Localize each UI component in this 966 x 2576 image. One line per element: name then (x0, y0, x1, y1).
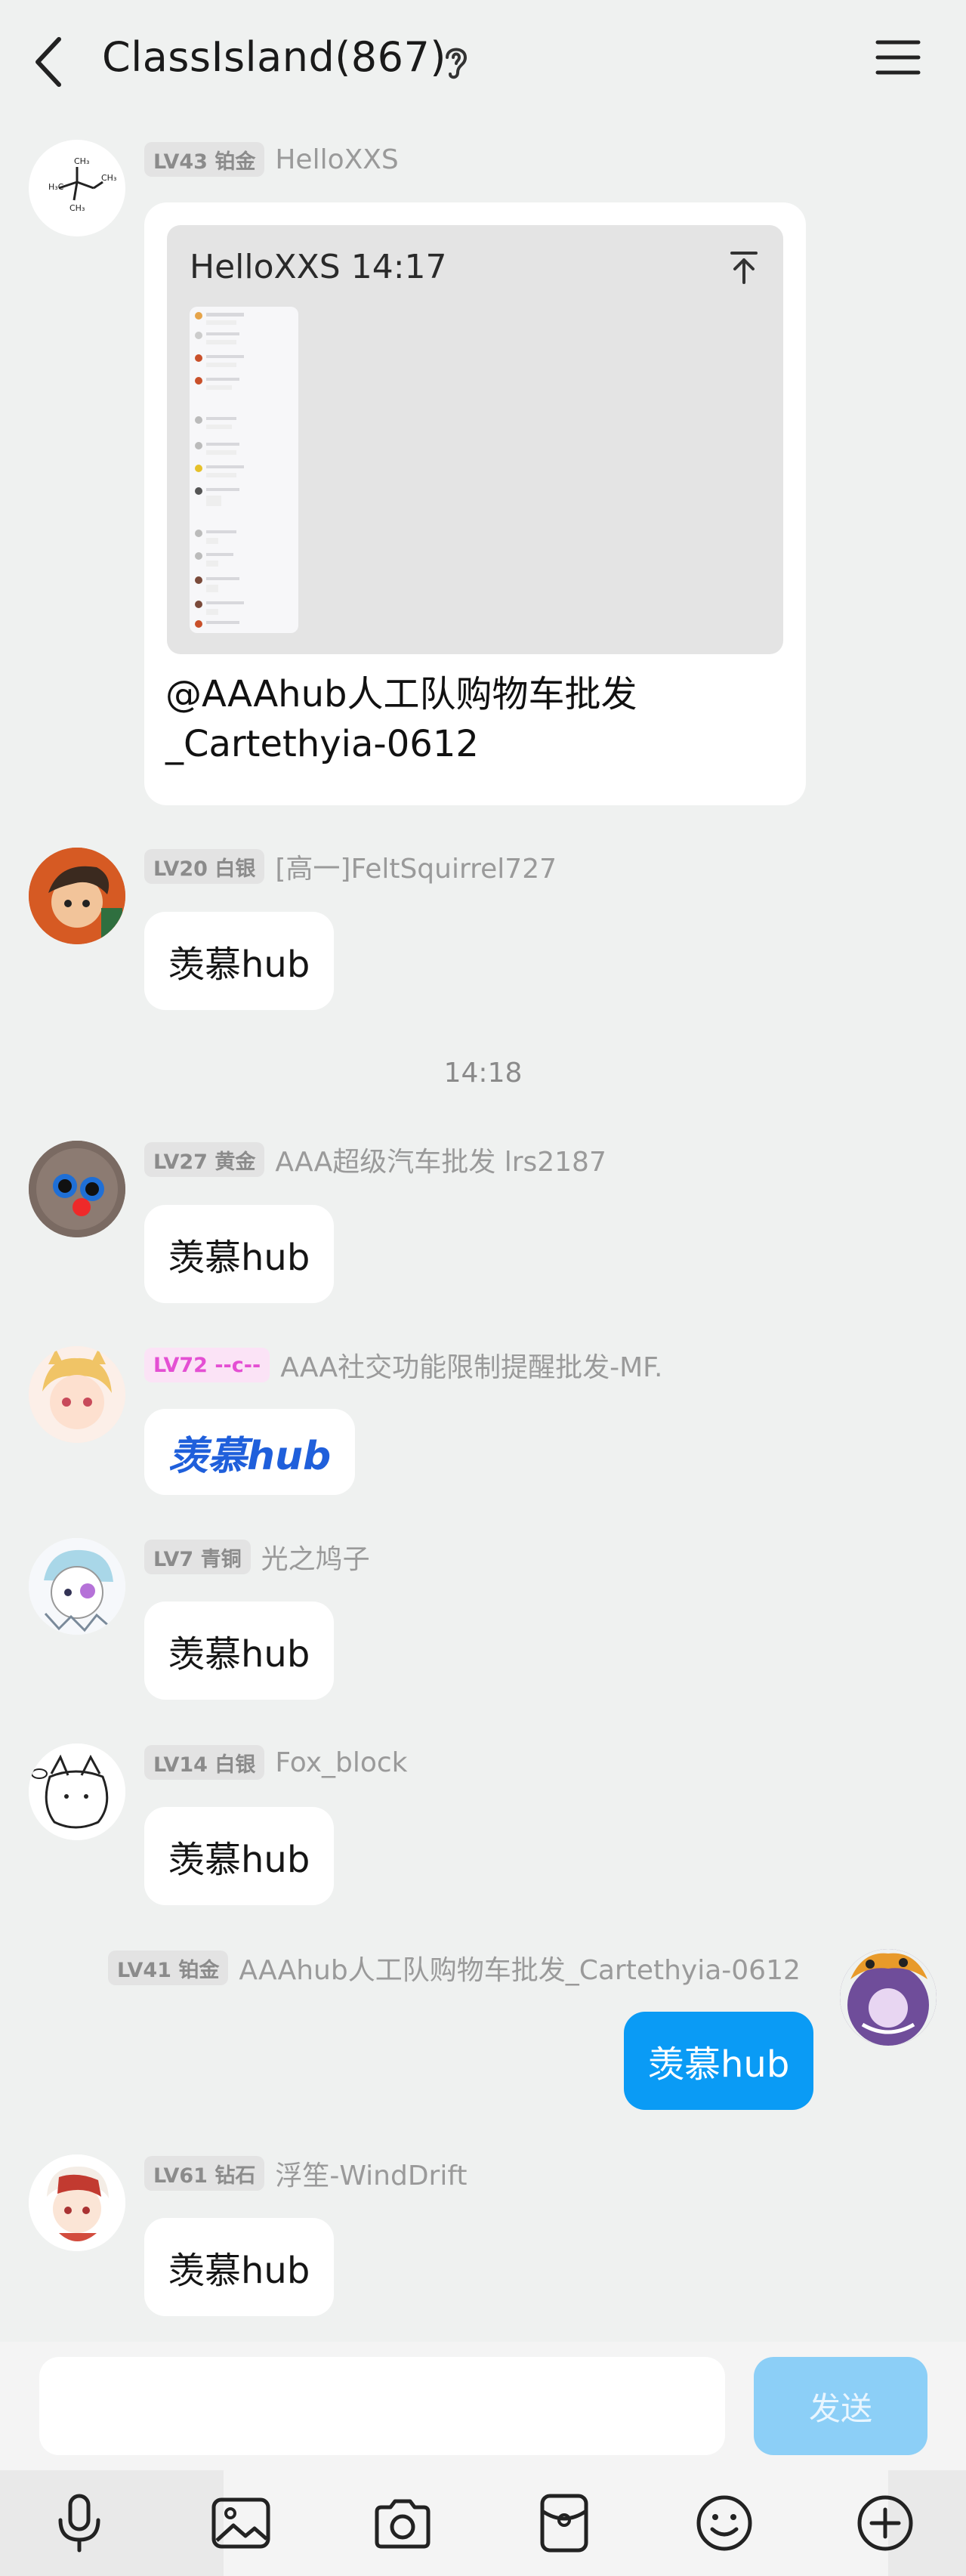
microphone-icon[interactable] (42, 2485, 117, 2561)
sender-name[interactable]: [高一]FeltSquirrel727 (275, 847, 557, 886)
sender-name[interactable]: AAA社交功能限制提醒批发-MF. (280, 1345, 662, 1385)
avatar[interactable] (29, 1141, 125, 1237)
level-badge: LV27 黄金 (144, 1142, 265, 1177)
message-meta: LV61 钻石 浮笙-WindDrift (144, 2154, 468, 2192)
sender-name[interactable]: Fox_block (275, 1747, 407, 1778)
message-bubble[interactable]: 羡慕hub (144, 1409, 356, 1495)
svg-text:CH₃: CH₃ (74, 156, 89, 166)
message-meta: LV27 黄金 AAA超级汽车批发 lrs2187 (144, 1141, 606, 1178)
message-meta: LV20 白银 [高一]FeltSquirrel727 (144, 848, 557, 885)
sender-name[interactable]: AAA超级汽车批发 lrs2187 (275, 1140, 606, 1179)
message-bubble[interactable]: 羡慕hub (144, 1205, 335, 1303)
svg-text:CH₃: CH₃ (69, 203, 85, 213)
level-badge: LV7 青铜 (144, 1540, 251, 1574)
level-badge: LV20 白银 (144, 849, 265, 884)
time-divider: 14:18 (443, 1058, 523, 1089)
level-badge: LV61 钻石 (144, 2156, 265, 2191)
quoted-content[interactable]: HelloXXS 14:17 (167, 225, 783, 654)
send-button[interactable]: 发送 (754, 2357, 927, 2455)
sender-name[interactable]: AAAhub人工队购物车批发_Cartethyia-0612 (239, 1948, 801, 1988)
message-meta: LV41 铂金 AAAhub人工队购物车批发_Cartethyia-0612 (108, 1949, 801, 1987)
level-badge: LV72 ‑‑c‑‑ (144, 1348, 270, 1382)
message-text: @AAAhub人工队购物车批发 _Cartethyia-0612 (165, 669, 785, 769)
avatar[interactable] (29, 848, 125, 944)
emoji-icon[interactable] (687, 2485, 762, 2561)
menu-icon[interactable] (875, 36, 921, 79)
message-text-line: @AAAhub人工队购物车批发 (165, 673, 637, 715)
message-meta: LV7 青铜 光之鸠子 (144, 1538, 370, 1576)
sender-name[interactable]: 光之鸠子 (261, 1537, 370, 1577)
message-bubble[interactable]: 羡慕hub (144, 2218, 335, 2316)
message-input[interactable] (39, 2357, 725, 2455)
avatar[interactable] (29, 2154, 125, 2251)
message-meta: LV72 ‑‑c‑‑ AAA社交功能限制提醒批发-MF. (144, 1346, 663, 1384)
message-bubble[interactable]: 羡慕hub (144, 1602, 335, 1700)
level-badge: LV14 白银 (144, 1745, 265, 1780)
avatar[interactable] (29, 1744, 125, 1840)
screenshot-thumbnail[interactable] (190, 307, 298, 633)
quote-header: HelloXXS 14:17 (190, 248, 447, 286)
jump-to-top-icon[interactable] (727, 249, 761, 286)
message-text-line: _Cartethyia-0612 (165, 723, 479, 765)
bottom-toolbar (0, 2470, 966, 2576)
svg-text:CH₃: CH₃ (101, 173, 116, 183)
composer: 发送 (0, 2342, 966, 2470)
message-bubble[interactable]: 羡慕hub (144, 1807, 335, 1905)
message-bubble-sent[interactable]: 羡慕hub (624, 2012, 814, 2110)
ear-icon[interactable] (440, 42, 473, 82)
back-icon[interactable] (29, 32, 74, 92)
message-meta: LV14 白银 Fox_block (144, 1744, 408, 1781)
level-badge: LV43 铂金 (144, 142, 265, 177)
svg-text:H₃C: H₃C (48, 182, 64, 192)
quote-message-card[interactable]: HelloXXS 14:17 @AAAhub人工队购物车批发 _Cartethy… (144, 202, 806, 805)
chat-header: ClassIsland(867) (0, 0, 966, 125)
image-icon[interactable] (203, 2485, 279, 2561)
chat-title: ClassIsland(867) (102, 33, 446, 81)
avatar[interactable] (29, 1538, 125, 1635)
plus-icon[interactable] (847, 2485, 923, 2561)
sender-name[interactable]: HelloXXS (275, 144, 398, 175)
message-bubble[interactable]: 羡慕hub (144, 912, 335, 1010)
message-meta: LV43 铂金 HelloXXS (144, 141, 399, 178)
avatar[interactable]: H₃C CH₃ CH₃ CH₃ (29, 140, 125, 236)
avatar[interactable] (840, 1949, 937, 2046)
avatar[interactable] (29, 1346, 125, 1443)
camera-icon[interactable] (365, 2485, 440, 2561)
red-packet-icon[interactable] (526, 2485, 602, 2561)
sender-name[interactable]: 浮笙-WindDrift (275, 2154, 467, 2193)
level-badge: LV41 铂金 (108, 1951, 229, 1985)
